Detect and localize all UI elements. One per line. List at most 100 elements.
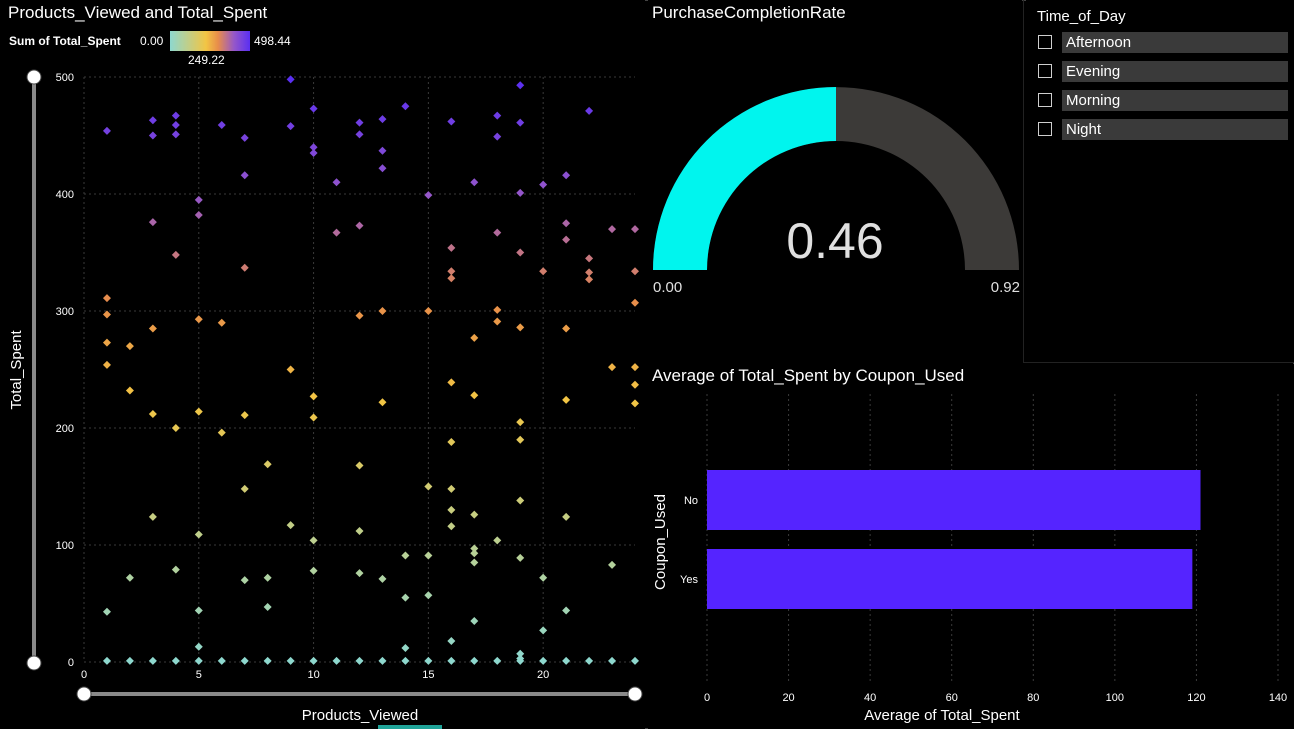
scatter-point[interactable] bbox=[309, 656, 318, 665]
scatter-point[interactable] bbox=[148, 512, 157, 521]
scatter-point[interactable] bbox=[447, 522, 456, 531]
scatter-point[interactable] bbox=[424, 307, 433, 315]
scatter-point[interactable] bbox=[355, 221, 364, 230]
scatter-point[interactable] bbox=[539, 573, 548, 582]
scatter-point[interactable] bbox=[263, 603, 272, 612]
scatter-point[interactable] bbox=[562, 395, 571, 404]
y-zoom-slider-bottom-handle[interactable] bbox=[26, 655, 42, 671]
scatter-point[interactable] bbox=[516, 553, 525, 562]
scatter-point[interactable] bbox=[562, 656, 571, 665]
scatter-point[interactable] bbox=[286, 656, 295, 665]
scatter-point[interactable] bbox=[447, 378, 456, 387]
scatter-point[interactable] bbox=[194, 407, 203, 416]
scatter-point[interactable] bbox=[493, 132, 502, 141]
scatter-point[interactable] bbox=[401, 551, 410, 560]
scatter-point[interactable] bbox=[194, 195, 203, 204]
scatter-point[interactable] bbox=[378, 164, 387, 173]
scatter-point[interactable] bbox=[424, 551, 433, 560]
scatter-point[interactable] bbox=[631, 656, 639, 665]
scatter-point[interactable] bbox=[355, 461, 364, 470]
scatter-point[interactable] bbox=[171, 656, 180, 665]
scatter-point[interactable] bbox=[447, 656, 456, 665]
scatter-point[interactable] bbox=[378, 115, 387, 124]
scatter-point[interactable] bbox=[585, 254, 594, 263]
scatter-point[interactable] bbox=[240, 263, 249, 272]
scatter-point[interactable] bbox=[263, 460, 272, 469]
scatter-point[interactable] bbox=[378, 574, 387, 583]
scatter-point[interactable] bbox=[447, 117, 456, 126]
scatter-point[interactable] bbox=[148, 409, 157, 418]
scatter-point[interactable] bbox=[194, 530, 203, 539]
scatter-point[interactable] bbox=[424, 656, 433, 665]
bar-yes[interactable] bbox=[707, 549, 1193, 609]
scatter-point[interactable] bbox=[562, 606, 571, 615]
scatter-point[interactable] bbox=[631, 267, 639, 276]
scatter-point[interactable] bbox=[240, 484, 249, 493]
scatter-point[interactable] bbox=[516, 418, 525, 427]
checkbox[interactable] bbox=[1038, 64, 1052, 78]
scatter-point[interactable] bbox=[286, 122, 295, 131]
scatter-point[interactable] bbox=[378, 146, 387, 155]
scatter-point[interactable] bbox=[470, 549, 479, 558]
scatter-point[interactable] bbox=[355, 656, 364, 665]
slicer-item-morning[interactable]: Morning bbox=[1038, 90, 1288, 111]
scatter-point[interactable] bbox=[194, 656, 203, 665]
scatter-point[interactable] bbox=[470, 617, 479, 626]
scatter-point[interactable] bbox=[447, 636, 456, 645]
scatter-point[interactable] bbox=[125, 342, 134, 351]
scatter-point[interactable] bbox=[240, 656, 249, 665]
scatter-point[interactable] bbox=[171, 565, 180, 574]
scatter-point[interactable] bbox=[194, 642, 203, 651]
scatter-point[interactable] bbox=[585, 275, 594, 284]
scatter-point[interactable] bbox=[470, 333, 479, 342]
scatter-point[interactable] bbox=[263, 656, 272, 665]
scatter-point[interactable] bbox=[608, 656, 617, 665]
scatter-point[interactable] bbox=[516, 435, 525, 444]
scatter-point[interactable] bbox=[102, 360, 111, 369]
scatter-point[interactable] bbox=[585, 656, 594, 665]
scatter-point[interactable] bbox=[102, 656, 111, 665]
scatter-point[interactable] bbox=[378, 398, 387, 407]
scatter-point[interactable] bbox=[493, 111, 502, 120]
scatter-point[interactable] bbox=[194, 211, 203, 220]
scatter-point[interactable] bbox=[309, 536, 318, 545]
scatter-point[interactable] bbox=[194, 315, 203, 324]
scatter-point[interactable] bbox=[148, 131, 157, 140]
scatter-point[interactable] bbox=[585, 106, 594, 115]
scatter-point[interactable] bbox=[631, 380, 639, 389]
scatter-point[interactable] bbox=[309, 392, 318, 401]
scatter-point[interactable] bbox=[171, 111, 180, 120]
scatter-point[interactable] bbox=[263, 573, 272, 582]
scatter-point[interactable] bbox=[217, 120, 226, 129]
bar-plot-area[interactable]: 0 20 40 60 80 100 120 140 No Yes Average of Total… bbox=[648, 364, 1294, 729]
scatter-point[interactable] bbox=[631, 298, 639, 307]
scatter-point[interactable] bbox=[424, 482, 433, 491]
scatter-point[interactable] bbox=[125, 386, 134, 395]
scatter-point[interactable] bbox=[102, 607, 111, 616]
scatter-point[interactable] bbox=[240, 576, 249, 585]
scatter-point[interactable] bbox=[309, 566, 318, 575]
scatter-point[interactable] bbox=[562, 235, 571, 244]
slicer-item-night[interactable]: Night bbox=[1038, 119, 1288, 140]
scatter-point[interactable] bbox=[148, 656, 157, 665]
page-scroll-indicator[interactable] bbox=[378, 725, 442, 729]
scatter-point[interactable] bbox=[470, 510, 479, 519]
scatter-point[interactable] bbox=[355, 130, 364, 139]
bar-chart-visual[interactable]: Average of Total_Spent by Coupon_Used 02… bbox=[648, 364, 1294, 729]
scatter-point[interactable] bbox=[378, 307, 387, 315]
scatter-point[interactable] bbox=[171, 130, 180, 139]
scatter-point[interactable] bbox=[562, 324, 571, 333]
scatter-point[interactable] bbox=[102, 338, 111, 347]
x-zoom-slider-right-handle[interactable] bbox=[627, 686, 643, 702]
scatter-point[interactable] bbox=[516, 248, 525, 257]
scatter-point[interactable] bbox=[470, 656, 479, 665]
scatter-point[interactable] bbox=[125, 573, 134, 582]
scatter-point[interactable] bbox=[516, 81, 525, 90]
scatter-point[interactable] bbox=[470, 391, 479, 400]
scatter-point[interactable] bbox=[378, 656, 387, 665]
scatter-point[interactable] bbox=[539, 626, 548, 635]
slicer-item-evening[interactable]: Evening bbox=[1038, 61, 1288, 82]
scatter-point[interactable] bbox=[309, 149, 318, 158]
scatter-plot-area[interactable]: 0 100 200 300 400 500 0 5 10 15 20 Products_Viewed… bbox=[0, 0, 645, 729]
scatter-point[interactable] bbox=[562, 219, 571, 228]
